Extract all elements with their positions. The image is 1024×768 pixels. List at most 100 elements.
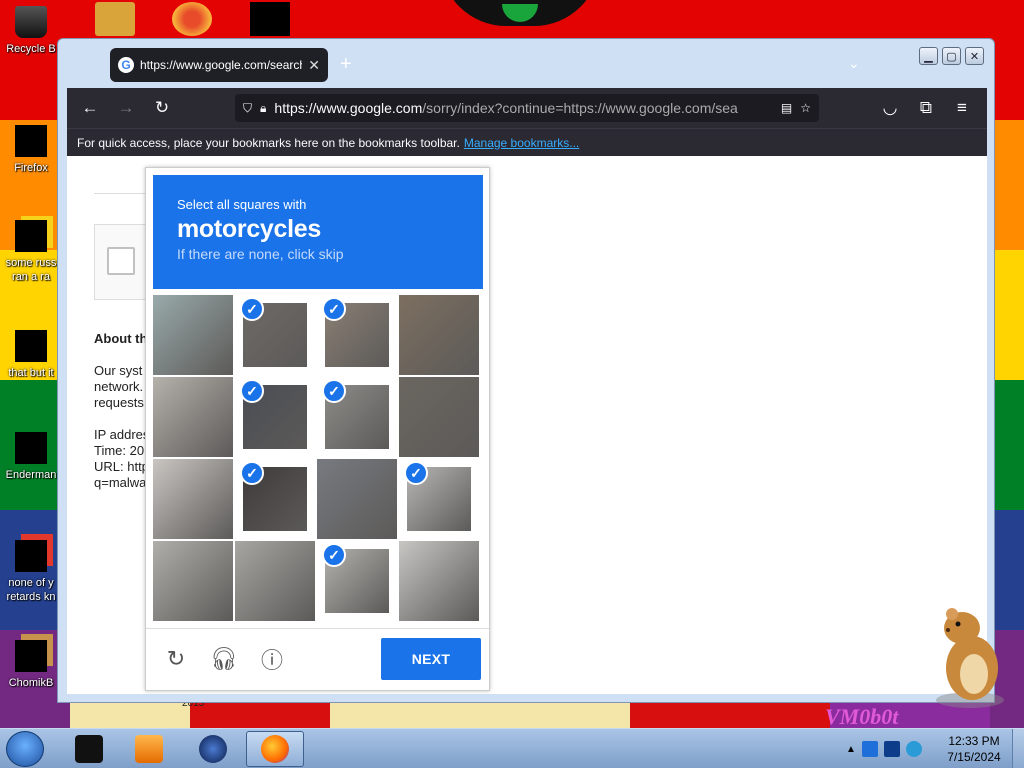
challenge-header: Select all squares with motorcycles If t… <box>153 175 483 289</box>
captcha-tile[interactable]: ✓ <box>399 459 479 539</box>
captcha-tile[interactable] <box>399 541 479 621</box>
next-button[interactable]: NEXT <box>381 638 481 680</box>
captcha-tile[interactable] <box>317 459 397 539</box>
captcha-tile[interactable]: ✓ <box>235 377 315 457</box>
taskbar: ▲ 12:33 PM 7/15/2024 <box>0 728 1024 768</box>
recycle-bin-icon <box>15 6 47 38</box>
forward-icon[interactable]: → <box>111 93 141 123</box>
menu-icon[interactable]: ≡ <box>947 93 977 123</box>
captcha-tile[interactable] <box>399 295 479 375</box>
new-tab-icon[interactable]: + <box>340 53 352 76</box>
headphones-icon[interactable]: 🎧︎ <box>210 645 238 673</box>
challenge-instruction: Select all squares with <box>177 197 307 212</box>
desktop-icon-label: none of y retards kn <box>6 577 56 603</box>
reload-icon[interactable]: ↻ <box>147 93 177 123</box>
captcha-tile[interactable]: ✓ <box>317 377 397 457</box>
folder-icon[interactable] <box>95 2 135 36</box>
taskbar-media-player[interactable] <box>120 731 178 767</box>
hamster-pet <box>936 608 1004 708</box>
google-favicon-icon: G <box>118 57 134 73</box>
desktop-icon-label: Firefox <box>14 162 48 174</box>
check-icon: ✓ <box>322 297 346 321</box>
firefox-icon <box>15 125 47 157</box>
captcha-checkbox[interactable] <box>107 247 135 275</box>
captcha-tile[interactable] <box>235 541 315 621</box>
desktop-icon-label: ChomikB <box>8 677 54 689</box>
desktop-icon-recycle-bin[interactable]: Recycle B <box>0 6 62 56</box>
desktop-icon-some-russ[interactable]: some russ ran a ra <box>0 220 62 284</box>
maximize-button[interactable]: ▢ <box>942 47 961 65</box>
ip-address-text: IP addres <box>94 427 150 442</box>
desktop-icon-firefox[interactable]: Firefox <box>0 125 62 175</box>
captcha-tile[interactable] <box>153 541 233 621</box>
shield-icon[interactable]: ⛉ <box>243 101 252 116</box>
desktop-icon-label: Enderman <box>5 469 57 481</box>
wallpaper-bottom-art: 2015 VM0b0t <box>70 698 990 729</box>
desktop-icon-none-of-y[interactable]: none of y retards kn <box>0 540 62 604</box>
back-icon[interactable]: ← <box>75 93 105 123</box>
redacted-icon[interactable] <box>250 2 290 36</box>
url-text: q=malwa <box>94 475 147 490</box>
lock-icon[interactable]: 🔒︎ <box>260 101 266 116</box>
check-icon: ✓ <box>240 297 264 321</box>
tray-icon[interactable] <box>883 741 900 757</box>
url-text[interactable]: https://www.google.com/sorry/index?conti… <box>274 100 772 116</box>
check-icon: ✓ <box>240 461 264 485</box>
captcha-tile[interactable] <box>399 377 479 457</box>
shortcut-icon <box>15 432 47 464</box>
tray-chevron-icon[interactable]: ▲ <box>846 744 856 755</box>
wallpaper-mascot <box>440 0 600 26</box>
info-icon[interactable]: ⓘ <box>258 645 286 673</box>
explanation-text: requests <box>94 395 144 410</box>
extensions-icon[interactable]: ⧉ <box>911 93 941 123</box>
show-desktop-button[interactable] <box>1012 729 1024 768</box>
manage-bookmarks-link[interactable]: Manage bookmarks... <box>464 136 579 150</box>
desktop-icon-label: Recycle B <box>6 43 56 55</box>
check-icon: ✓ <box>240 379 264 403</box>
captcha-tile[interactable]: ✓ <box>317 541 397 621</box>
app-icon[interactable] <box>172 2 212 36</box>
captcha-tile[interactable]: ✓ <box>235 459 315 539</box>
bookmark-star-icon[interactable]: ☆ <box>800 101 811 115</box>
shortcut-icon <box>15 330 47 362</box>
captcha-tile[interactable]: ✓ <box>235 295 315 375</box>
challenge-target: motorcycles <box>177 215 321 243</box>
captcha-tile[interactable]: ✓ <box>317 295 397 375</box>
taskbar-clock[interactable]: 12:33 PM 7/15/2024 <box>938 733 1010 765</box>
chevron-down-icon[interactable]: ⌄ <box>848 55 860 72</box>
minimize-button[interactable]: ▁ <box>919 47 938 65</box>
taskbar-firefox[interactable] <box>246 731 304 767</box>
address-bar[interactable]: ⛉ 🔒︎ https://www.google.com/sorry/index?… <box>235 94 819 122</box>
bookmarks-toolbar: For quick access, place your bookmarks h… <box>67 128 987 156</box>
close-window-button[interactable]: ✕ <box>965 47 984 65</box>
desktop-icon-chomik[interactable]: ChomikB <box>0 640 62 690</box>
taskbar-app-3[interactable] <box>184 731 242 767</box>
captcha-tile[interactable] <box>153 459 233 539</box>
desktop-icon-that-but[interactable]: that but it <box>0 330 62 380</box>
shortcut-icon <box>15 640 47 672</box>
browser-tab[interactable]: G https://www.google.com/search ✕ <box>110 48 328 82</box>
shortcut-icon <box>15 540 47 572</box>
reader-view-icon[interactable]: ▤ <box>781 101 792 115</box>
reload-challenge-icon[interactable]: ↻ <box>162 645 190 673</box>
firefox-icon <box>261 735 289 763</box>
tray-icon[interactable] <box>861 741 878 757</box>
url-text: URL: http <box>94 459 149 474</box>
check-icon: ✓ <box>322 543 346 567</box>
explanation-text: Our syst <box>94 363 143 378</box>
captcha-tile[interactable] <box>153 377 233 457</box>
clock-date: 7/15/2024 <box>947 750 1001 764</box>
media-player-icon <box>135 735 163 763</box>
time-text: Time: 20 <box>94 443 145 458</box>
clock-time: 12:33 PM <box>948 734 1000 748</box>
taskbar-app-1[interactable] <box>60 731 118 767</box>
close-tab-icon[interactable]: ✕ <box>308 57 320 74</box>
desktop-icon-label: that but it <box>8 367 54 379</box>
start-button[interactable] <box>6 731 44 767</box>
system-tray: ▲ <box>838 729 938 768</box>
captcha-tile[interactable] <box>153 295 233 375</box>
network-icon[interactable] <box>905 741 922 757</box>
pocket-icon[interactable]: ◡ <box>875 93 905 123</box>
image-grid: ✓ ✓ ✓ ✓ ✓ ✓ ✓ <box>153 295 483 623</box>
desktop-icon-enderman[interactable]: Enderman <box>0 432 62 482</box>
